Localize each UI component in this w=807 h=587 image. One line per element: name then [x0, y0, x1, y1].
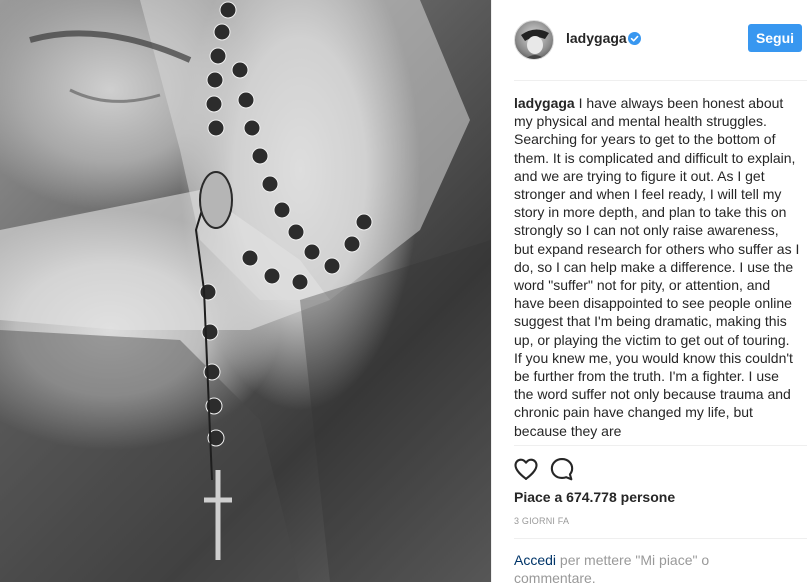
footer-divider: [514, 538, 807, 539]
login-link[interactable]: Accedi: [514, 552, 556, 568]
caption-text: I have always been honest about my physi…: [514, 95, 800, 439]
header-divider: [514, 80, 807, 81]
likes-count[interactable]: Piace a 674.778 persone: [514, 489, 675, 505]
photo-illustration: [0, 0, 491, 582]
caption-divider: [514, 445, 807, 446]
post-photo[interactable]: [0, 0, 491, 582]
follow-button[interactable]: Segui: [748, 24, 802, 52]
post-details-panel: ladygaga Segui ladygaga I have always be…: [492, 0, 807, 586]
post-header: ladygaga Segui: [492, 0, 807, 80]
heart-icon[interactable]: [512, 455, 540, 483]
verified-badge-icon: [628, 32, 641, 45]
post-caption: ladygaga I have always been honest about…: [514, 94, 800, 442]
comment-bubble-icon[interactable]: [548, 455, 576, 483]
avatar-image: [521, 29, 549, 59]
caption-username-link[interactable]: ladygaga: [514, 95, 575, 111]
post-timestamp[interactable]: 3 giorni fa: [514, 516, 569, 526]
avatar[interactable]: [514, 20, 554, 60]
username-link[interactable]: ladygaga: [566, 30, 627, 46]
